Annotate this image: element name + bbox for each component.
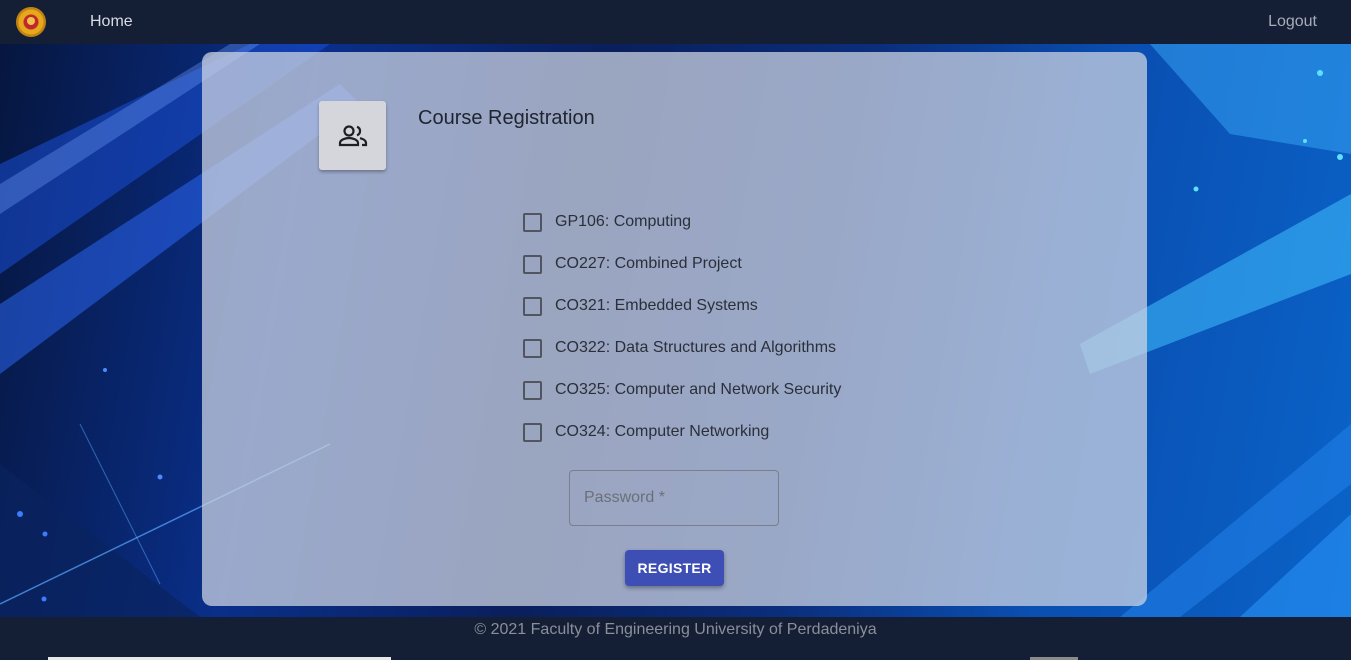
university-logo-icon[interactable] [16,7,46,37]
course-label: CO325: Computer and Network Security [555,381,842,398]
nav-logout-link[interactable]: Logout [1268,13,1317,31]
course-option[interactable]: CO324: Computer Networking [523,421,769,443]
course-label: GP106: Computing [555,213,692,230]
course-option[interactable]: CO325: Computer and Network Security [523,379,841,401]
password-input[interactable] [569,470,779,526]
course-option[interactable]: GP106: Computing [523,211,691,233]
course-option[interactable]: CO321: Embedded Systems [523,295,758,317]
course-label: CO227: Combined Project [555,255,742,272]
course-checkbox[interactable] [523,254,542,274]
course-checkbox[interactable] [523,380,542,400]
register-button[interactable]: REGISTER [625,550,724,586]
course-label: CO321: Embedded Systems [555,297,758,314]
course-checkbox[interactable] [523,422,542,442]
course-checkbox[interactable] [523,212,542,232]
course-label: CO324: Computer Networking [555,423,770,440]
course-option[interactable]: CO227: Combined Project [523,253,742,275]
people-icon-svg [338,124,367,146]
course-checkbox[interactable] [523,338,542,358]
course-label: CO322: Data Structures and Algorithms [555,339,837,356]
nav-home-link[interactable]: Home [90,13,133,31]
footer-copyright: © 2021 Faculty of Engineering University… [474,621,877,638]
navbar: Home Logout [0,0,1351,44]
footer: © 2021 Faculty of Engineering University… [0,617,1351,660]
course-option[interactable]: CO322: Data Structures and Algorithms [523,337,836,359]
course-checkbox[interactable] [523,296,542,316]
people-icon [319,101,386,170]
page-title: Course Registration [418,107,595,129]
